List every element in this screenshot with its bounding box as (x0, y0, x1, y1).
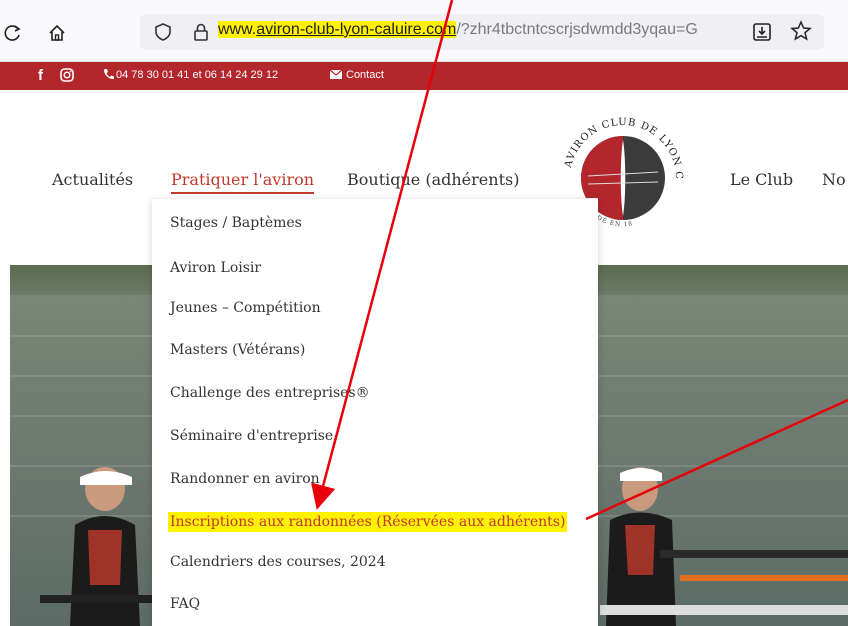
reload-icon[interactable] (2, 22, 24, 44)
dropdown-item-inscriptions[interactable]: Inscriptions aux randonnées (Réservées a… (168, 512, 568, 532)
dropdown-item-challenge[interactable]: Challenge des entreprises® (170, 385, 370, 401)
instagram-icon[interactable] (60, 68, 74, 85)
dropdown-item-stages[interactable]: Stages / Baptèmes (170, 215, 302, 231)
home-icon[interactable] (46, 22, 68, 44)
rower-right-image (600, 467, 848, 626)
lock-icon[interactable] (192, 22, 210, 46)
nav-boutique[interactable]: Boutique (adhérents) (347, 170, 519, 189)
nav-pratiquer-aviron[interactable]: Pratiquer l'aviron (171, 170, 315, 194)
topbar-contact-link[interactable]: Contact (346, 69, 384, 81)
facebook-icon[interactable]: f (38, 67, 43, 84)
dropdown-item-jeunes[interactable]: Jeunes – Compétition (170, 300, 321, 316)
dropdown-item-randonner[interactable]: Randonner en aviron (170, 471, 320, 487)
save-page-icon[interactable] (752, 22, 772, 46)
dropdown-item-seminaire[interactable]: Séminaire d'entreprise (170, 428, 333, 444)
nav-actualites[interactable]: Actualités (52, 170, 133, 189)
dropdown-item-loisir[interactable]: Aviron Loisir (170, 260, 261, 276)
mail-icon (329, 69, 343, 82)
url-text[interactable]: www.aviron-club-lyon-caluire.com/?zhr4tb… (218, 21, 698, 39)
url-bar[interactable]: www.aviron-club-lyon-caluire.com/?zhr4tb… (140, 14, 824, 50)
url-host-domain: aviron-club-lyon-caluire.com (256, 21, 457, 38)
bookmark-star-icon[interactable] (790, 20, 812, 46)
nav-nous[interactable]: No (822, 170, 846, 189)
nav-le-club[interactable]: Le Club (730, 170, 793, 189)
dropdown-item-calendriers[interactable]: Calendriers des courses, 2024 (170, 554, 386, 570)
pratiquer-dropdown-menu: Stages / Baptèmes Aviron Loisir Jeunes –… (152, 198, 598, 626)
url-host-prefix: www. (218, 21, 257, 38)
shield-icon[interactable] (154, 22, 172, 46)
url-path: /?zhr4tbctntcscrjsdwmdd3yqau=G (456, 21, 698, 38)
browser-toolbar: www.aviron-club-lyon-caluire.com/?zhr4tb… (0, 0, 848, 62)
site-topbar: f 04 78 30 01 41 et 06 14 24 29 12 Conta… (0, 62, 848, 90)
dropdown-item-faq[interactable]: FAQ (170, 596, 200, 612)
rower-left-image (40, 467, 170, 626)
phone-icon (103, 68, 114, 83)
topbar-phone[interactable]: 04 78 30 01 41 et 06 14 24 29 12 (116, 69, 278, 81)
dropdown-item-masters[interactable]: Masters (Vétérans) (170, 342, 305, 358)
